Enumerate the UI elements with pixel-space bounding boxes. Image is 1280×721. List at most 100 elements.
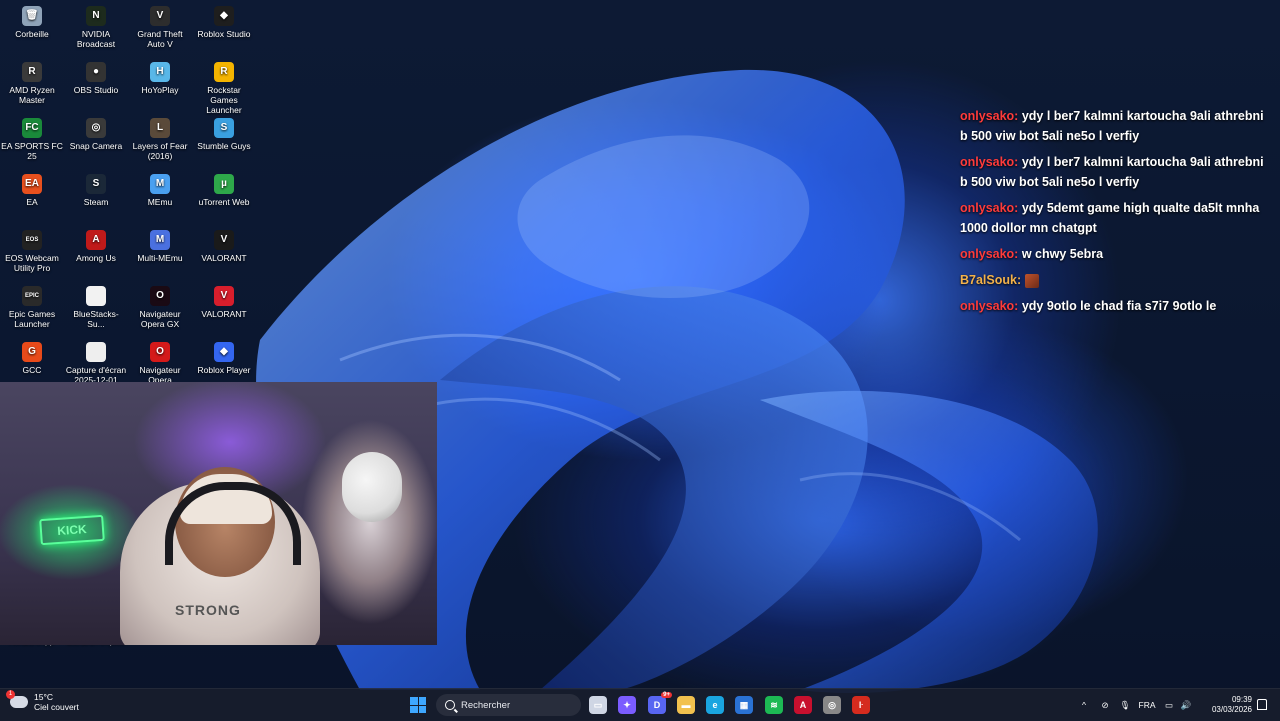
chat-message: onlysako: ydy l ber7 kalmni kartoucha 9a… bbox=[960, 106, 1272, 146]
desktop-icon[interactable]: µ uTorrent Web bbox=[192, 168, 256, 207]
desktop-icon[interactable]: 🗑 Corbeille bbox=[0, 0, 64, 39]
weather-badge: 1 bbox=[6, 690, 15, 699]
chat-text: w chwy 5ebra bbox=[1021, 247, 1104, 261]
discord-badge: 9+ bbox=[661, 692, 672, 698]
stumble-guys-icon: S bbox=[214, 118, 234, 138]
chat-username: onlysako: bbox=[960, 155, 1022, 169]
desktop-icon[interactable]: R AMD Ryzen Master bbox=[0, 56, 64, 105]
desktop-icon[interactable]: BlueStacks-Su... bbox=[64, 280, 128, 329]
desktop-icon[interactable]: EPIC Epic Games Launcher bbox=[0, 280, 64, 329]
clock-time: 09:39 bbox=[1231, 695, 1252, 704]
file-explorer-icon[interactable]: ▬ bbox=[677, 696, 695, 714]
display-icon[interactable]: ▭ bbox=[1160, 700, 1178, 711]
utorrent-icon: µ bbox=[214, 174, 234, 194]
desktop-icon[interactable]: M MEmu bbox=[128, 168, 192, 207]
desktop-icon-label: VALORANT bbox=[201, 309, 247, 319]
cloud-icon: 1 bbox=[6, 690, 28, 708]
desktop-icon[interactable]: V VALORANT bbox=[192, 280, 256, 319]
chat-text: ydy 9otlo le chad fia s7i7 9otlo le bbox=[1021, 299, 1217, 313]
desktop-icon[interactable]: ◆ Roblox Player bbox=[192, 336, 256, 375]
language-indicator[interactable]: FRA bbox=[1134, 700, 1160, 710]
webcam-overlay: KICK STRONG bbox=[0, 382, 437, 645]
desktop-icon[interactable]: N NVIDIA Broadcast bbox=[64, 0, 128, 49]
desktop-icon[interactable]: V Grand Theft Auto V bbox=[128, 0, 192, 49]
cow-plush bbox=[342, 452, 402, 522]
desktop-icon-label: VALORANT bbox=[201, 253, 247, 263]
snap-camera-icon: ◎ bbox=[86, 118, 106, 138]
chat-message: onlysako: ydy 9otlo le chad fia s7i7 9ot… bbox=[960, 296, 1272, 316]
desktop-icon[interactable]: ◎ Snap Camera bbox=[64, 112, 128, 151]
desktop-icon-label: Steam bbox=[83, 197, 109, 207]
desktop-icon-label: MEmu bbox=[147, 197, 173, 207]
obs-studio-icon: ● bbox=[86, 62, 106, 82]
volume-icon[interactable]: 🔊 bbox=[1178, 700, 1194, 711]
weather-temp: 15°C bbox=[34, 692, 53, 702]
microphone-icon[interactable]: 🎙 bbox=[1116, 700, 1134, 711]
desktop-icon[interactable]: O Navigateur Opera GX bbox=[128, 280, 192, 329]
adobe-icon[interactable]: A bbox=[794, 696, 812, 714]
recycle-bin-icon: 🗑 bbox=[22, 6, 42, 26]
notification-bell-icon[interactable] bbox=[1257, 699, 1267, 710]
search-placeholder: Rechercher bbox=[461, 699, 511, 711]
desktop-icon[interactable]: ● OBS Studio bbox=[64, 56, 128, 95]
start-button[interactable] bbox=[410, 697, 426, 713]
desktop-icon[interactable]: H HoYoPlay bbox=[128, 56, 192, 95]
chat-username: B7alSouk: bbox=[960, 273, 1025, 287]
ea-sports-fc-icon: FC bbox=[22, 118, 42, 138]
clock-date: 03/03/2026 bbox=[1211, 705, 1252, 714]
edge-icon[interactable]: e bbox=[706, 696, 724, 714]
desktop-icon[interactable]: G GCC bbox=[0, 336, 64, 375]
desktop-icon[interactable]: EOS EOS Webcam Utility Pro bbox=[0, 224, 64, 273]
desktop-icon-label: Among Us bbox=[76, 253, 116, 263]
windows-logo-icon bbox=[410, 697, 418, 705]
weather-widget[interactable]: 1 15°C Ciel couvert bbox=[6, 690, 79, 712]
multi-memu-icon: M bbox=[150, 230, 170, 250]
desktop-icon[interactable]: ◆ Roblox Studio bbox=[192, 0, 256, 39]
emote-icon bbox=[1024, 273, 1039, 288]
desktop-icon[interactable]: V VALORANT bbox=[192, 224, 256, 263]
desktop-icon-label: Epic Games Launcher bbox=[8, 309, 56, 329]
desktop-icon[interactable]: FC EA SPORTS FC 25 bbox=[0, 112, 64, 161]
desktop-icon[interactable]: O Navigateur Opera bbox=[128, 336, 192, 385]
taskbar: 1 15°C Ciel couvert Rechercher ▭ ✦ D 9+ ▬ e ▦ ≋… bbox=[0, 688, 1280, 721]
copilot-icon[interactable]: ✦ bbox=[618, 696, 636, 714]
chat-message: onlysako: ydy 5demt game high qualte da5… bbox=[960, 198, 1272, 238]
desktop-icon[interactable]: R Rockstar Games Launcher bbox=[192, 56, 256, 115]
desktop-icon-label: Stumble Guys bbox=[197, 141, 251, 151]
chevron-up-icon[interactable]: ^ bbox=[1078, 700, 1090, 710]
desktop-icon-label: uTorrent Web bbox=[198, 197, 250, 207]
desktop-icon[interactable]: EA EA bbox=[0, 168, 64, 207]
gcc-icon: G bbox=[22, 342, 42, 362]
file-icon bbox=[86, 286, 106, 306]
network-off-icon[interactable]: ⊘ bbox=[1094, 700, 1116, 711]
steam-icon: S bbox=[86, 174, 106, 194]
chat-message: onlysako: ydy l ber7 kalmni kartoucha 9a… bbox=[960, 152, 1272, 192]
roblox-player-icon: ◆ bbox=[214, 342, 234, 362]
spotify-icon[interactable]: ≋ bbox=[765, 696, 783, 714]
clock[interactable]: 09:39 03/03/2026 bbox=[1205, 695, 1252, 715]
task-view-icon[interactable]: ▭ bbox=[589, 696, 607, 714]
opera-icon: O bbox=[150, 342, 170, 362]
nvidia-broadcast-icon: N bbox=[86, 6, 106, 26]
search-box[interactable]: Rechercher bbox=[436, 694, 581, 716]
desktop-icon-label: GCC bbox=[22, 365, 42, 375]
discord-icon[interactable]: D 9+ bbox=[648, 692, 672, 714]
desktop-icon[interactable]: S Steam bbox=[64, 168, 128, 207]
opera-gx-icon: O bbox=[150, 286, 170, 306]
valorant-icon: V bbox=[214, 230, 234, 250]
desktop-icon[interactable]: L Layers of Fear (2016) bbox=[128, 112, 192, 161]
desktop-icon-label: Grand Theft Auto V bbox=[137, 29, 183, 49]
chat-message: onlysako: w chwy 5ebra bbox=[960, 244, 1272, 264]
desktop-icon-label: Multi-MEmu bbox=[137, 253, 183, 263]
desktop-icon[interactable]: M Multi-MEmu bbox=[128, 224, 192, 263]
desktop-icon-label: Rockstar Games Launcher bbox=[206, 85, 242, 115]
desktop-icon[interactable]: S Stumble Guys bbox=[192, 112, 256, 151]
amd-ryzen-master-icon: R bbox=[22, 62, 42, 82]
desktop-icon-label: Navigateur Opera GX bbox=[139, 309, 181, 329]
chrome-game-icon[interactable]: ◎ bbox=[823, 696, 841, 714]
app-red-icon[interactable]: ŀ bbox=[852, 696, 870, 714]
chat-username: onlysako: bbox=[960, 299, 1022, 313]
desktop-icon[interactable]: A Among Us bbox=[64, 224, 128, 263]
microsoft-store-icon[interactable]: ▦ bbox=[735, 696, 753, 714]
desktop-icon-label: Layers of Fear (2016) bbox=[132, 141, 188, 161]
